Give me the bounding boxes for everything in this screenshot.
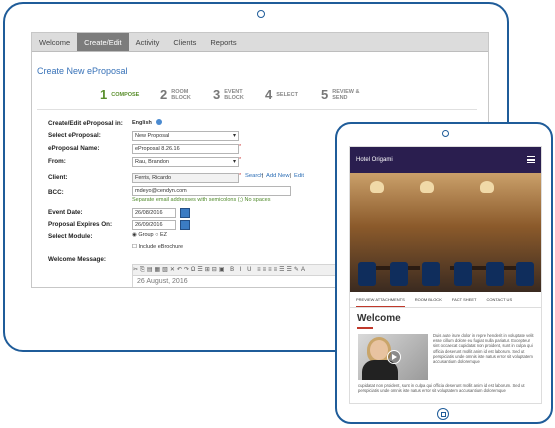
module-label: Select Module:	[48, 233, 93, 240]
lang-value: English	[132, 120, 152, 126]
mobile-header: Hotel Origami	[350, 147, 541, 173]
step-compose[interactable]: 1 COMPOSE	[100, 88, 139, 101]
step-number: 3	[213, 87, 221, 102]
nav-tab-clients[interactable]: Clients	[166, 33, 203, 51]
bcc-label: BCC:	[48, 189, 64, 196]
step-select[interactable]: 4 SELECT	[265, 88, 298, 101]
tab-preview-attachments[interactable]: PREVIEW ATTACHMENTS	[356, 297, 405, 307]
page-title: Create New eProposal	[37, 66, 128, 76]
step-room-block[interactable]: 2 ROOM BLOCK	[160, 88, 191, 101]
select-eproposal-label: Select eProposal:	[48, 132, 101, 139]
video-thumbnail[interactable]	[358, 334, 428, 380]
step-review-send[interactable]: 5 REVIEW & SEND	[321, 88, 359, 101]
module-radio-group[interactable]: ◉ Group ○ EZ	[132, 232, 167, 238]
chair-shape	[516, 262, 534, 286]
client-add-new-link[interactable]: Add New	[266, 173, 290, 179]
module-option-ez: EZ	[160, 232, 168, 238]
eproposal-name-label: eProposal Name:	[48, 145, 100, 152]
bcc-note: Separate email addresses with semicolons…	[132, 197, 271, 203]
ebrochure-checkbox[interactable]: ☐ Include eBrochure	[132, 244, 183, 250]
welcome-message-label: Welcome Message:	[48, 256, 106, 263]
module-option-group: Group	[138, 232, 154, 238]
hotel-logo[interactable]: Hotel Origami	[356, 157, 393, 163]
expires-input[interactable]: 26/09/2016	[132, 220, 176, 230]
required-marker: *	[239, 144, 242, 150]
camera-icon	[257, 10, 265, 18]
step-label: SELECT	[276, 92, 298, 98]
lang-label: Create/Edit eProposal in:	[48, 120, 123, 127]
expires-label: Proposal Expires On:	[48, 221, 113, 228]
link-separator: |	[262, 173, 264, 179]
required-marker: *	[239, 157, 242, 163]
client-label: Client:	[48, 174, 68, 181]
lamp-shape	[420, 181, 434, 193]
hamburger-menu-icon[interactable]	[527, 156, 535, 163]
chair-shape	[486, 262, 504, 286]
event-date-label: Event Date:	[48, 209, 83, 216]
bcc-input[interactable]: mdeyo@cendyn.com	[132, 186, 291, 196]
welcome-text-bottom: cupidatat non proident, sunt in culpa qu…	[358, 383, 525, 394]
top-nav: Welcome Create/Edit Activity Clients Rep…	[32, 33, 488, 52]
step-label: ROOM BLOCK	[171, 89, 191, 101]
tab-room-block[interactable]: ROOM BLOCK	[415, 297, 442, 307]
from-label: From:	[48, 158, 66, 165]
mobile-tablet-frame: Hotel Origami PREVIEW ATTACHMENTS ROOM B…	[335, 122, 553, 424]
divider	[37, 109, 477, 110]
step-number: 1	[100, 87, 108, 102]
step-label: COMPOSE	[111, 92, 140, 98]
mobile-screen: Hotel Origami PREVIEW ATTACHMENTS ROOM B…	[349, 146, 542, 404]
nav-tab-activity[interactable]: Activity	[129, 33, 167, 51]
tab-contact-us[interactable]: CONTACT US	[486, 297, 512, 307]
step-number: 2	[160, 87, 168, 102]
mobile-tabs: PREVIEW ATTACHMENTS ROOM BLOCK FACT SHEE…	[350, 292, 541, 308]
step-label: EVENT BLOCK	[224, 89, 244, 101]
calendar-icon[interactable]	[180, 220, 190, 230]
eproposal-name-input[interactable]: eProposal 8.26.16	[132, 144, 239, 154]
lamp-shape	[370, 181, 384, 193]
event-date-input[interactable]: 26/08/2016	[132, 208, 176, 218]
chair-shape	[454, 262, 472, 286]
from-value: Rau, Brandon	[135, 159, 169, 165]
hero-photo	[350, 173, 541, 292]
camera-icon	[442, 130, 449, 137]
help-icon[interactable]	[156, 119, 162, 125]
required-marker: *	[239, 173, 242, 179]
face-shape	[370, 340, 388, 360]
nav-tab-welcome[interactable]: Welcome	[32, 33, 77, 51]
play-icon[interactable]	[387, 350, 401, 364]
select-eproposal-dropdown[interactable]: New Proposal	[132, 131, 239, 141]
from-dropdown[interactable]: Rau, Brandon	[132, 157, 239, 167]
client-input[interactable]: Ferris, Ricardo	[132, 173, 239, 183]
tab-fact-sheet[interactable]: FACT SHEET	[452, 297, 477, 307]
welcome-text-right: Duis aute irure dolor in repre henderit …	[433, 333, 534, 365]
chair-shape	[358, 262, 376, 286]
chair-shape	[390, 262, 408, 286]
client-search-link[interactable]: Search	[245, 173, 263, 179]
heading-underline	[357, 327, 373, 329]
link-separator: |	[290, 173, 292, 179]
welcome-heading: Welcome	[357, 313, 401, 324]
step-event-block[interactable]: 3 EVENT BLOCK	[213, 88, 244, 101]
nav-tab-reports[interactable]: Reports	[203, 33, 243, 51]
ebrochure-label: Include eBrochure	[138, 244, 184, 250]
nav-tab-create-edit[interactable]: Create/Edit	[77, 33, 129, 51]
client-edit-link[interactable]: Edit	[294, 173, 304, 179]
select-eproposal-value: New Proposal	[135, 133, 170, 139]
step-number: 5	[321, 87, 329, 102]
calendar-icon[interactable]	[180, 208, 190, 218]
chair-shape	[422, 262, 440, 286]
lamp-shape	[480, 181, 494, 193]
step-number: 4	[265, 87, 273, 102]
home-button[interactable]	[437, 408, 449, 420]
step-label: REVIEW & SEND	[332, 89, 360, 101]
